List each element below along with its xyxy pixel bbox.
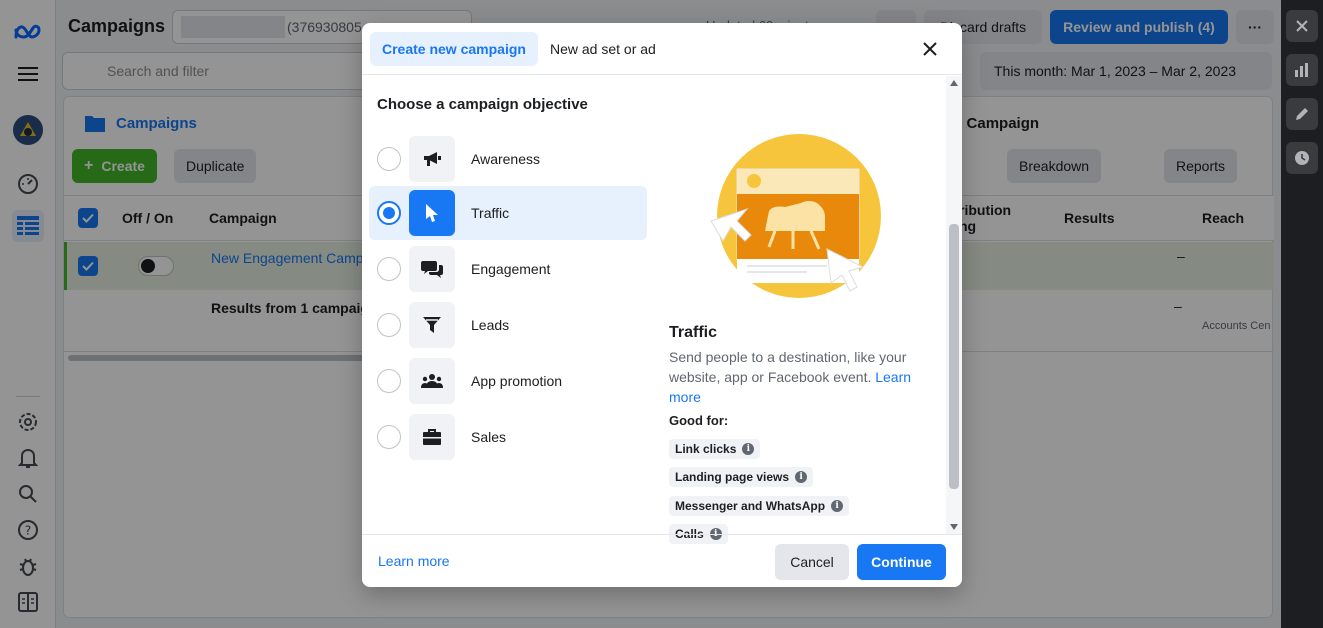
megaphone-icon xyxy=(409,136,455,182)
sales-radio[interactable] xyxy=(377,425,401,449)
objective-leads[interactable]: Leads xyxy=(369,298,647,352)
info-icon[interactable]: i xyxy=(831,500,844,512)
right-tools-panel xyxy=(1281,0,1323,628)
good-for-pill: Messenger and WhatsApp i xyxy=(669,496,850,516)
good-for-pill: Landing page views i xyxy=(669,467,814,487)
edit-pencil-icon[interactable] xyxy=(1286,98,1318,130)
sales-label: Sales xyxy=(471,429,507,445)
pill-label: Messenger and WhatsApp xyxy=(675,499,826,513)
modal-header: Create new campaign New ad set or ad xyxy=(362,23,962,75)
engagement-label: Engagement xyxy=(471,261,551,277)
history-clock-icon[interactable] xyxy=(1286,142,1318,174)
close-panel-icon[interactable] xyxy=(1286,10,1318,42)
traffic-label: Traffic xyxy=(471,205,510,221)
scrollbar-thumb[interactable] xyxy=(949,224,959,489)
objective-detail-title: Traffic xyxy=(669,324,718,341)
awareness-label: Awareness xyxy=(471,151,541,167)
traffic-radio[interactable] xyxy=(377,201,401,225)
modal-body: Choose a campaign objective Awareness Tr… xyxy=(362,76,946,544)
funnel-icon xyxy=(409,302,455,348)
leads-label: Leads xyxy=(471,317,510,333)
objective-heading: Choose a campaign objective xyxy=(377,96,588,113)
awareness-radio[interactable] xyxy=(377,147,401,171)
chat-bubbles-icon xyxy=(409,246,455,292)
info-icon[interactable]: i xyxy=(795,471,808,483)
app-promotion-radio[interactable] xyxy=(377,369,401,393)
modal-footer: Learn more Cancel Continue xyxy=(362,534,962,587)
good-for-pill: Link clicks i xyxy=(669,439,761,459)
chart-icon[interactable] xyxy=(1286,54,1318,86)
scroll-down-arrow-icon[interactable] xyxy=(950,524,958,530)
app-promotion-label: App promotion xyxy=(471,373,563,389)
good-for-label: Good for: xyxy=(669,413,729,428)
traffic-illustration xyxy=(710,134,881,298)
objective-engagement[interactable]: Engagement xyxy=(369,242,647,296)
cursor-icon xyxy=(409,190,455,236)
engagement-radio[interactable] xyxy=(377,257,401,281)
people-icon xyxy=(409,358,455,404)
footer-learn-more-link[interactable]: Learn more xyxy=(378,553,450,569)
objective-awareness[interactable]: Awareness xyxy=(369,132,647,186)
create-campaign-modal: Create new campaign New ad set or ad Cho… xyxy=(362,23,962,587)
pill-label: Landing page views xyxy=(675,470,790,484)
objective-sales[interactable]: Sales xyxy=(369,410,647,464)
description-text: Send people to a destination, like your … xyxy=(669,349,907,385)
modal-vertical-scrollbar[interactable] xyxy=(946,76,962,534)
tab-new-ad-set-or-ad[interactable]: New ad set or ad xyxy=(538,32,668,66)
cancel-button[interactable]: Cancel xyxy=(775,544,849,580)
leads-radio[interactable] xyxy=(377,313,401,337)
close-icon[interactable] xyxy=(918,37,942,61)
info-icon[interactable]: i xyxy=(742,443,755,455)
continue-button[interactable]: Continue xyxy=(857,544,946,580)
objective-app-promotion[interactable]: App promotion xyxy=(369,354,647,408)
briefcase-icon xyxy=(409,414,455,460)
scroll-up-arrow-icon[interactable] xyxy=(950,80,958,86)
pill-label: Link clicks xyxy=(675,442,737,456)
tab-create-new-campaign[interactable]: Create new campaign xyxy=(370,32,538,66)
objective-detail-description: Send people to a destination, like your … xyxy=(669,347,919,407)
objective-traffic[interactable]: Traffic xyxy=(369,186,647,240)
